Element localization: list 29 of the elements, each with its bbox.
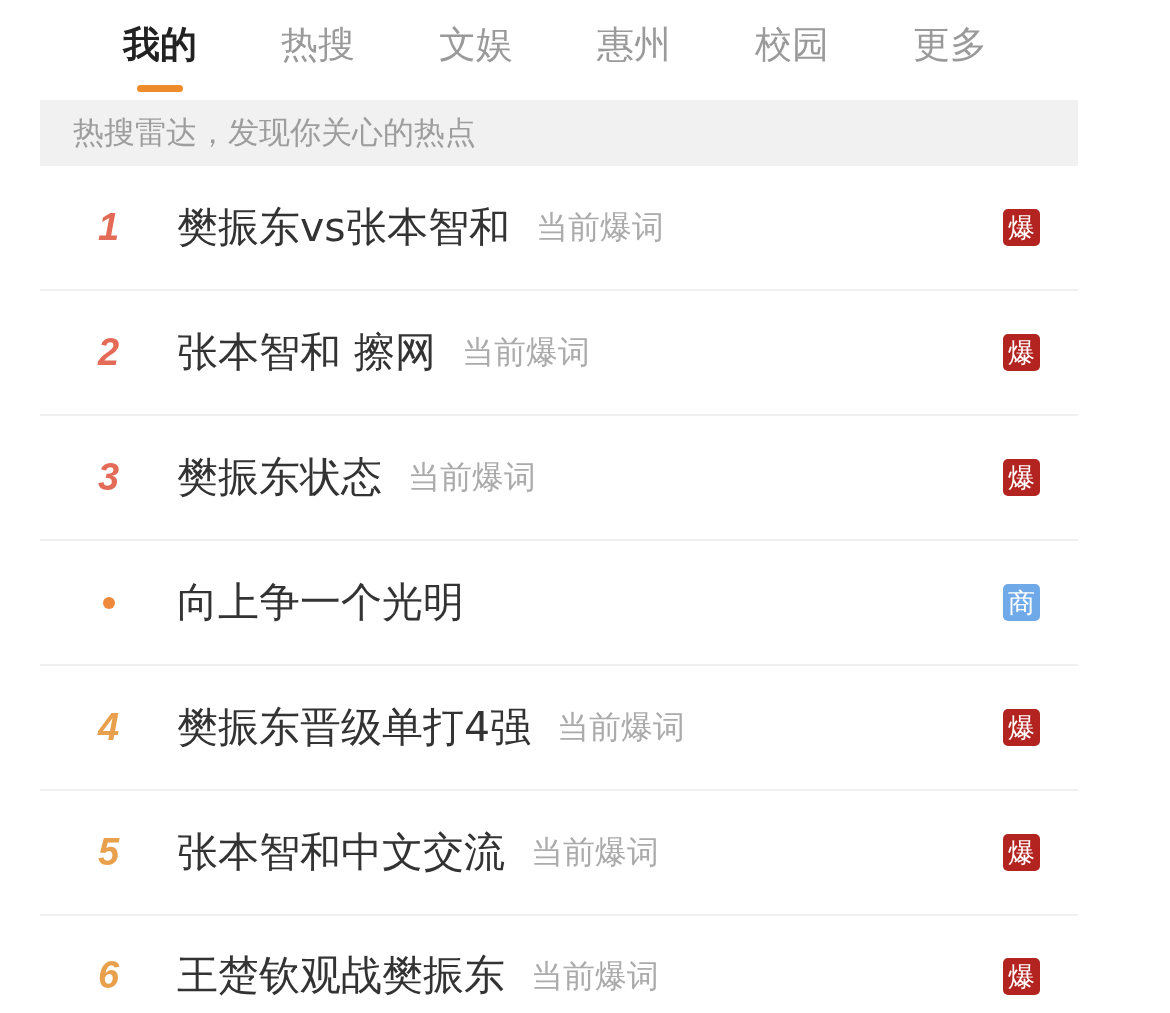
banner-text: 热搜雷达，发现你关心的热点: [73, 114, 476, 152]
hot-search-title[interactable]: 张本智和中文交流: [177, 827, 505, 878]
label-badge: 爆: [1003, 334, 1040, 371]
rank-number: 3: [97, 456, 120, 499]
hot-word-tag: 当前爆词: [557, 708, 686, 747]
hot-word-tag: 当前爆词: [531, 956, 659, 996]
rank-number: 5: [97, 831, 120, 874]
label-badge: 爆: [1003, 709, 1040, 746]
hot-search-title[interactable]: 樊振东晋级单打4强: [177, 702, 532, 753]
hot-word-tag: 当前爆词: [408, 458, 536, 497]
hot-search-title[interactable]: 樊振东vs张本智和: [177, 202, 510, 253]
label-badge: 爆: [1003, 459, 1040, 496]
hot-word-tag: 当前爆词: [462, 333, 591, 372]
label-badge: 爆: [1003, 957, 1040, 995]
rank-number: 6: [97, 955, 120, 997]
hot-search-title[interactable]: 樊振东状态: [177, 452, 382, 503]
hot-word-tag: 当前爆词: [535, 208, 664, 247]
label-badge: 爆: [1003, 209, 1040, 246]
hot-search-title[interactable]: 向上争一个光明: [177, 577, 464, 628]
rank-number: 4: [97, 706, 120, 749]
hot-word-tag: 当前爆词: [531, 833, 659, 872]
label-badge: 商: [1003, 584, 1040, 621]
tab-indicator: [137, 85, 183, 92]
hot-search-title[interactable]: 王楚钦观战樊振东: [177, 951, 505, 1001]
label-badge: 爆: [1003, 834, 1040, 871]
hot-search-title[interactable]: 张本智和 擦网: [177, 327, 437, 378]
rank-number: 1: [97, 206, 120, 249]
tab[interactable]: 我的: [81, 0, 239, 100]
rank-number: 2: [97, 331, 120, 374]
